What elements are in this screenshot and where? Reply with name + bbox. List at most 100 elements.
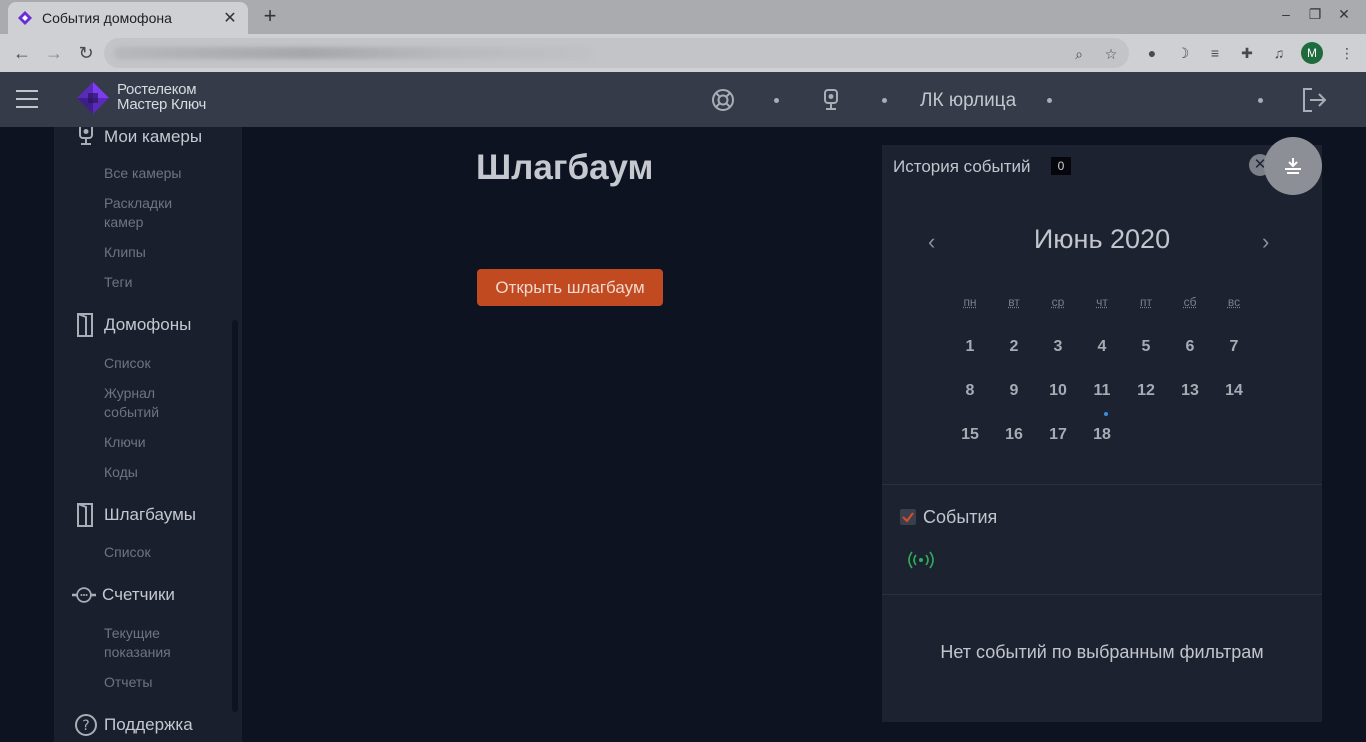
history-title: История событий [893, 157, 1031, 176]
svg-text:?: ? [82, 718, 89, 734]
zoom-icon[interactable]: ⌕ [1070, 45, 1088, 63]
sidebar-item-keys[interactable]: Ключи [104, 433, 146, 452]
weekday-label: пт [1140, 295, 1152, 309]
calendar-day[interactable]: 6 [1168, 338, 1212, 356]
sidebar-scrollbar[interactable] [232, 320, 238, 712]
puzzle-extensions-icon[interactable]: ✚ [1238, 44, 1256, 62]
calendar-day[interactable]: 2 [992, 338, 1036, 356]
collapse-icon [1285, 158, 1301, 174]
meter-icon [72, 587, 96, 603]
page-title: Шлагбаум [476, 148, 654, 187]
header-separator-dot [882, 98, 887, 103]
tab-close-icon[interactable]: ✕ [222, 8, 238, 28]
calendar-day[interactable]: 13 [1168, 382, 1212, 400]
calendar-day[interactable]: 17 [1036, 426, 1080, 444]
browser-toolbar: ← → ↻ ⌕ ☆ ● ☽ ≡ ✚ ♫ M ⋮ [0, 34, 1366, 72]
panel-divider [882, 594, 1322, 595]
weekday-label: вт [1008, 295, 1020, 309]
hamburger-menu-icon[interactable] [16, 90, 38, 108]
sidebar-item-tags[interactable]: Теги [104, 273, 132, 292]
header-separator-dot [1258, 98, 1263, 103]
camera-icon[interactable] [819, 88, 843, 112]
calendar-day[interactable]: 3 [1036, 338, 1080, 356]
events-filter-label[interactable]: События [923, 507, 997, 528]
sidebar-section-intercoms[interactable]: Домофоны [54, 313, 191, 337]
sidebar-item-codes[interactable]: Коды [104, 463, 138, 482]
browser-tabbar: События домофона ✕ + – ❐ ✕ [0, 0, 1366, 34]
address-bar[interactable]: ⌕ ☆ [104, 38, 1129, 68]
calendar-day[interactable]: 4 [1080, 338, 1124, 356]
sidebar-item-event-log[interactable]: Журнал событий [104, 384, 194, 422]
reload-icon[interactable]: ↻ [74, 41, 98, 65]
browser-menu-icon[interactable]: ⋮ [1338, 44, 1356, 62]
logout-icon[interactable] [1300, 86, 1328, 114]
sidebar-item-barrier-list[interactable]: Список [104, 543, 151, 562]
sidebar-section-support[interactable]: ? Поддержка [54, 713, 193, 737]
header-separator-dot [1047, 98, 1052, 103]
blurred-url [114, 47, 594, 59]
history-count-badge: 0 [1051, 157, 1071, 175]
signal-broadcast-icon[interactable] [908, 551, 934, 569]
calendar-day[interactable]: 5 [1124, 338, 1168, 356]
weekday-label: сб [1183, 295, 1197, 309]
header-separator-dot [774, 98, 779, 103]
sidebar-section-label: Поддержка [104, 715, 193, 734]
calendar-month-title: Июнь 2020 [1033, 224, 1171, 254]
sidebar-item-all-cameras[interactable]: Все камеры [104, 164, 182, 183]
profile-avatar[interactable]: M [1301, 42, 1323, 64]
sidebar-section-label: Домофоны [104, 315, 192, 334]
sidebar-item-camera-layouts[interactable]: Раскладки камер [104, 194, 204, 232]
dark-mode-extension-icon[interactable]: ☽ [1174, 44, 1192, 62]
new-tab-button[interactable]: + [258, 4, 282, 28]
calendar-day[interactable]: 12 [1124, 382, 1168, 400]
minimize-button[interactable]: – [1276, 6, 1296, 22]
calendar-day[interactable]: 7 [1212, 338, 1256, 356]
tab-title: События домофона [42, 10, 172, 26]
tab-search-icon[interactable]: ≡ [1206, 44, 1224, 62]
sidebar-item-reports[interactable]: Отчеты [104, 673, 152, 692]
calendar-day[interactable]: 10 [1036, 382, 1080, 400]
sidebar-section-label: Мои камеры [104, 127, 203, 146]
rostelecom-logo-icon[interactable] [76, 81, 110, 115]
open-barrier-button[interactable]: Открыть шлагбаум [477, 269, 663, 306]
weekday-label: ср [1051, 295, 1065, 309]
weekday-label: чт [1096, 295, 1108, 309]
sidebar-item-clips[interactable]: Клипы [104, 243, 146, 262]
app-header: Ростелеком Мастер Ключ ЛК юрлица [0, 72, 1366, 127]
browser-tab[interactable]: События домофона ✕ [8, 2, 248, 34]
calendar-day[interactable]: 11 [1080, 382, 1124, 400]
calendar-day[interactable]: 16 [992, 426, 1036, 444]
sidebar-section-barriers[interactable]: Шлагбаумы [54, 503, 196, 527]
business-account-link[interactable]: ЛК юрлица [920, 90, 1016, 112]
back-arrow-icon[interactable]: ← [10, 41, 34, 65]
panel-divider [882, 484, 1322, 485]
calendar-day[interactable]: 14 [1212, 382, 1256, 400]
events-checkbox[interactable] [900, 509, 916, 525]
door-icon [77, 313, 93, 337]
calendar-day[interactable]: 18 [1080, 426, 1124, 444]
camera-icon [79, 127, 93, 145]
checkmark-icon [902, 512, 914, 523]
sidebar-section-meters[interactable]: Счетчики [54, 583, 175, 607]
calendar-day[interactable]: 1 [948, 338, 992, 356]
media-controls-icon[interactable]: ♫ [1270, 44, 1288, 62]
sidebar-section-cameras[interactable]: Мои камеры [54, 127, 202, 149]
calendar-day[interactable]: 8 [948, 382, 992, 400]
forward-arrow-icon[interactable]: → [42, 41, 66, 65]
close-window-button[interactable]: ✕ [1334, 6, 1354, 23]
lifebuoy-support-icon[interactable] [711, 88, 735, 112]
calendar-day[interactable]: 9 [992, 382, 1036, 400]
logo-text[interactable]: Ростелеком Мастер Ключ [117, 82, 206, 112]
sidebar-section-label: Счетчики [102, 585, 175, 604]
calendar-next-month-icon[interactable]: › [1262, 229, 1269, 255]
bookmark-star-icon[interactable]: ☆ [1102, 45, 1120, 63]
sidebar-item-intercom-list[interactable]: Список [104, 354, 151, 373]
weekday-label: вс [1227, 295, 1241, 309]
collapse-panel-button[interactable] [1264, 137, 1322, 195]
sidebar-item-current-readings[interactable]: Текущие показания [104, 624, 194, 662]
maximize-button[interactable]: ❐ [1305, 6, 1325, 23]
calendar-day[interactable]: 15 [948, 426, 992, 444]
extension-icon[interactable]: ● [1143, 44, 1161, 62]
sidebar: Мои камеры Все камеры Раскладки камер Кл… [54, 127, 242, 742]
empty-state-message: Нет событий по выбранным фильтрам [940, 642, 1264, 662]
